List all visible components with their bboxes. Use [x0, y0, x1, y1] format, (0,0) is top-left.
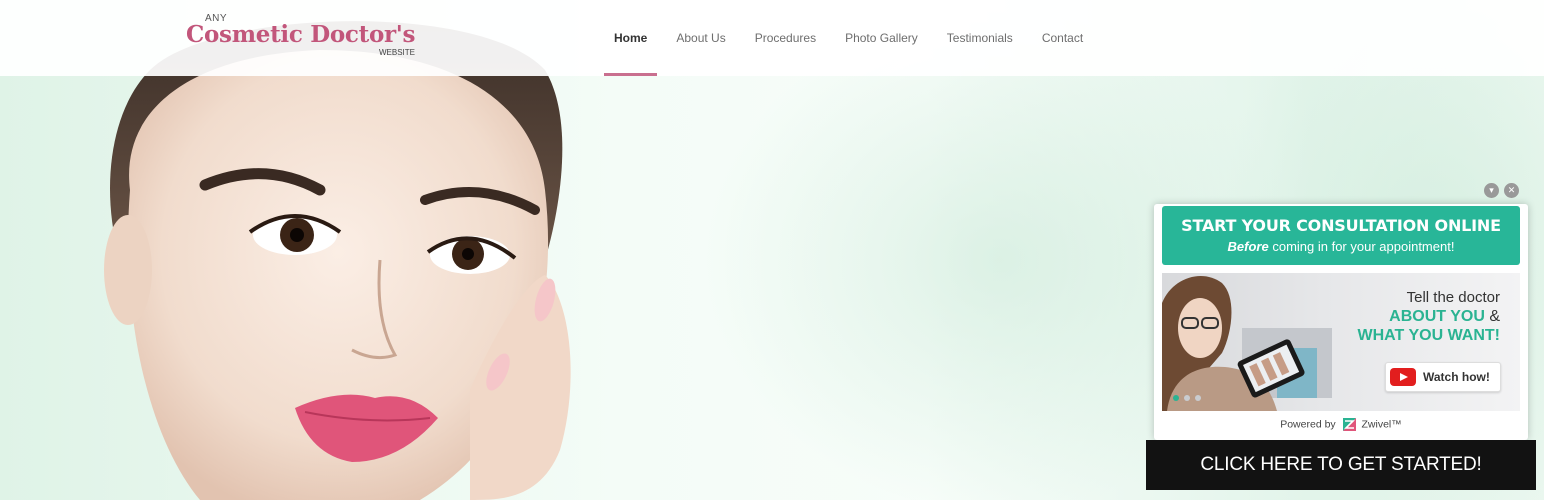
nav-photo-gallery[interactable]: Photo Gallery [835, 0, 928, 76]
promo-ampersand: & [1484, 308, 1500, 325]
slide-indicators [1173, 395, 1201, 401]
main-nav: Home About Us Procedures Photo Gallery T… [604, 0, 1102, 76]
consultation-banner[interactable]: START YOUR CONSULTATION ONLINE Before co… [1162, 206, 1520, 265]
consultation-subtitle: Before coming in for your appointment! [1162, 239, 1520, 254]
powered-by[interactable]: Powered by Zwivel™ [1154, 418, 1528, 431]
slide-dot-2[interactable] [1184, 395, 1190, 401]
nav-procedures[interactable]: Procedures [745, 0, 826, 76]
watch-how-button[interactable]: Watch how! [1385, 362, 1501, 392]
get-started-button[interactable]: CLICK HERE TO GET STARTED! [1146, 440, 1536, 490]
subtitle-rest: coming in for your appointment! [1268, 239, 1455, 254]
powered-by-brand: Zwivel™ [1361, 418, 1402, 431]
youtube-play-icon [1390, 368, 1416, 386]
promo-slide[interactable]: Tell the doctor ABOUT YOU & WHAT YOU WAN… [1162, 273, 1520, 411]
nav-about-us[interactable]: About Us [666, 0, 735, 76]
site-logo[interactable]: ANY Cosmetic Doctor's WEBSITE [186, 13, 426, 63]
consultation-widget: START YOUR CONSULTATION ONLINE Before co… [1154, 204, 1528, 440]
watch-how-label: Watch how! [1423, 370, 1490, 384]
subtitle-emphasis: Before [1227, 239, 1269, 254]
promo-line-3: WHAT YOU WANT! [1357, 327, 1501, 344]
site-header: ANY Cosmetic Doctor's WEBSITE Home About… [0, 0, 1544, 76]
logo-main-text: Cosmetic Doctor's [186, 21, 416, 48]
woman-with-tablet-image [1162, 275, 1332, 411]
zwivel-logo-icon [1342, 418, 1356, 431]
nav-home[interactable]: Home [604, 0, 658, 76]
powered-by-label: Powered by [1280, 418, 1336, 431]
widget-minimize-icon[interactable]: ▾ [1484, 183, 1499, 198]
slide-dot-1[interactable] [1173, 395, 1179, 401]
slide-dot-3[interactable] [1195, 395, 1201, 401]
widget-close-icon[interactable]: ✕ [1504, 183, 1519, 198]
nav-testimonials[interactable]: Testimonials [937, 0, 1023, 76]
logo-bottom-text: WEBSITE [379, 48, 416, 57]
promo-line-2: ABOUT YOU & [1389, 308, 1500, 326]
promo-about-you: ABOUT YOU [1389, 308, 1485, 325]
consultation-title: START YOUR CONSULTATION ONLINE [1181, 216, 1501, 235]
promo-line-1: Tell the doctor [1406, 289, 1500, 306]
nav-contact[interactable]: Contact [1032, 0, 1093, 76]
